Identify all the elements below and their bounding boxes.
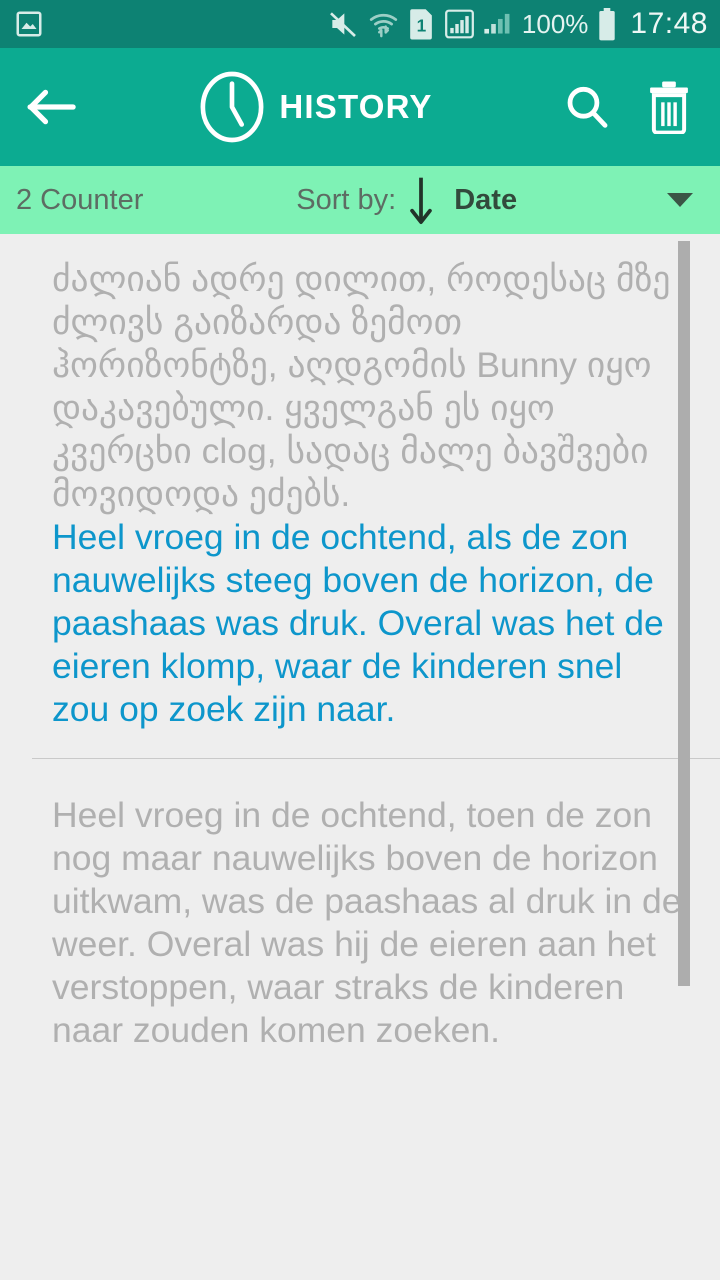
signal-boxed-icon [444,9,474,39]
mute-icon [327,8,359,40]
phone-screen: 1 100% 17:48 HISTORY 2 Counter Sort by: … [0,0,720,1280]
status-bar-left-icons [14,9,44,39]
search-button[interactable] [558,78,616,136]
clock-icon [199,70,265,144]
battery-percent-label: 100% [521,9,589,39]
counter-label: 2 Counter [16,183,144,216]
sim-1-icon: 1 [408,8,436,40]
list-item[interactable]: Heel vroeg in de ochtend, toen de zon no… [0,759,720,1052]
sort-control[interactable]: Sort by: Date [153,175,660,225]
entry-source-text: ძალიან ადრე დილით, როდესაც მზე ძლივს გაი… [52,259,681,514]
history-list[interactable]: ძალიან ადრე დილით, როდესაც მზე ძლივს გაი… [0,234,720,1280]
back-button[interactable] [24,79,80,135]
entry-source-text: Heel vroeg in de ochtend, toen de zon no… [52,795,682,1050]
wifi-transfer-icon [368,9,399,40]
gallery-image-icon [14,9,44,39]
signal-bars-icon [483,9,513,39]
status-clock: 17:48 [630,7,708,40]
list-item[interactable]: ძალიან ადრე დილით, როდესაც მზე ძლივს გაი… [0,234,720,731]
sort-value-label: Date [454,183,518,216]
chevron-down-icon[interactable] [660,193,700,207]
app-bar: HISTORY [0,48,720,166]
svg-text:1: 1 [417,15,427,35]
delete-button[interactable] [640,78,698,136]
search-icon [567,86,608,128]
sort-by-label: Sort by: [296,183,397,216]
entry-target-text: Heel vroeg in de ochtend, als de zon nau… [52,517,674,729]
trash-icon [650,81,688,134]
status-bar: 1 100% 17:48 [0,0,720,48]
scrollbar-thumb[interactable] [678,241,690,986]
battery-full-icon [597,7,617,41]
vertical-scrollbar[interactable] [678,234,690,1280]
app-bar-title-group: HISTORY [74,70,558,144]
arrow-down-icon[interactable] [408,175,434,225]
arrow-left-icon [27,89,76,125]
status-bar-right-icons: 1 100% 17:48 [327,7,708,41]
page-title: HISTORY [279,88,433,125]
sort-bar[interactable]: 2 Counter Sort by: Date [0,166,720,234]
